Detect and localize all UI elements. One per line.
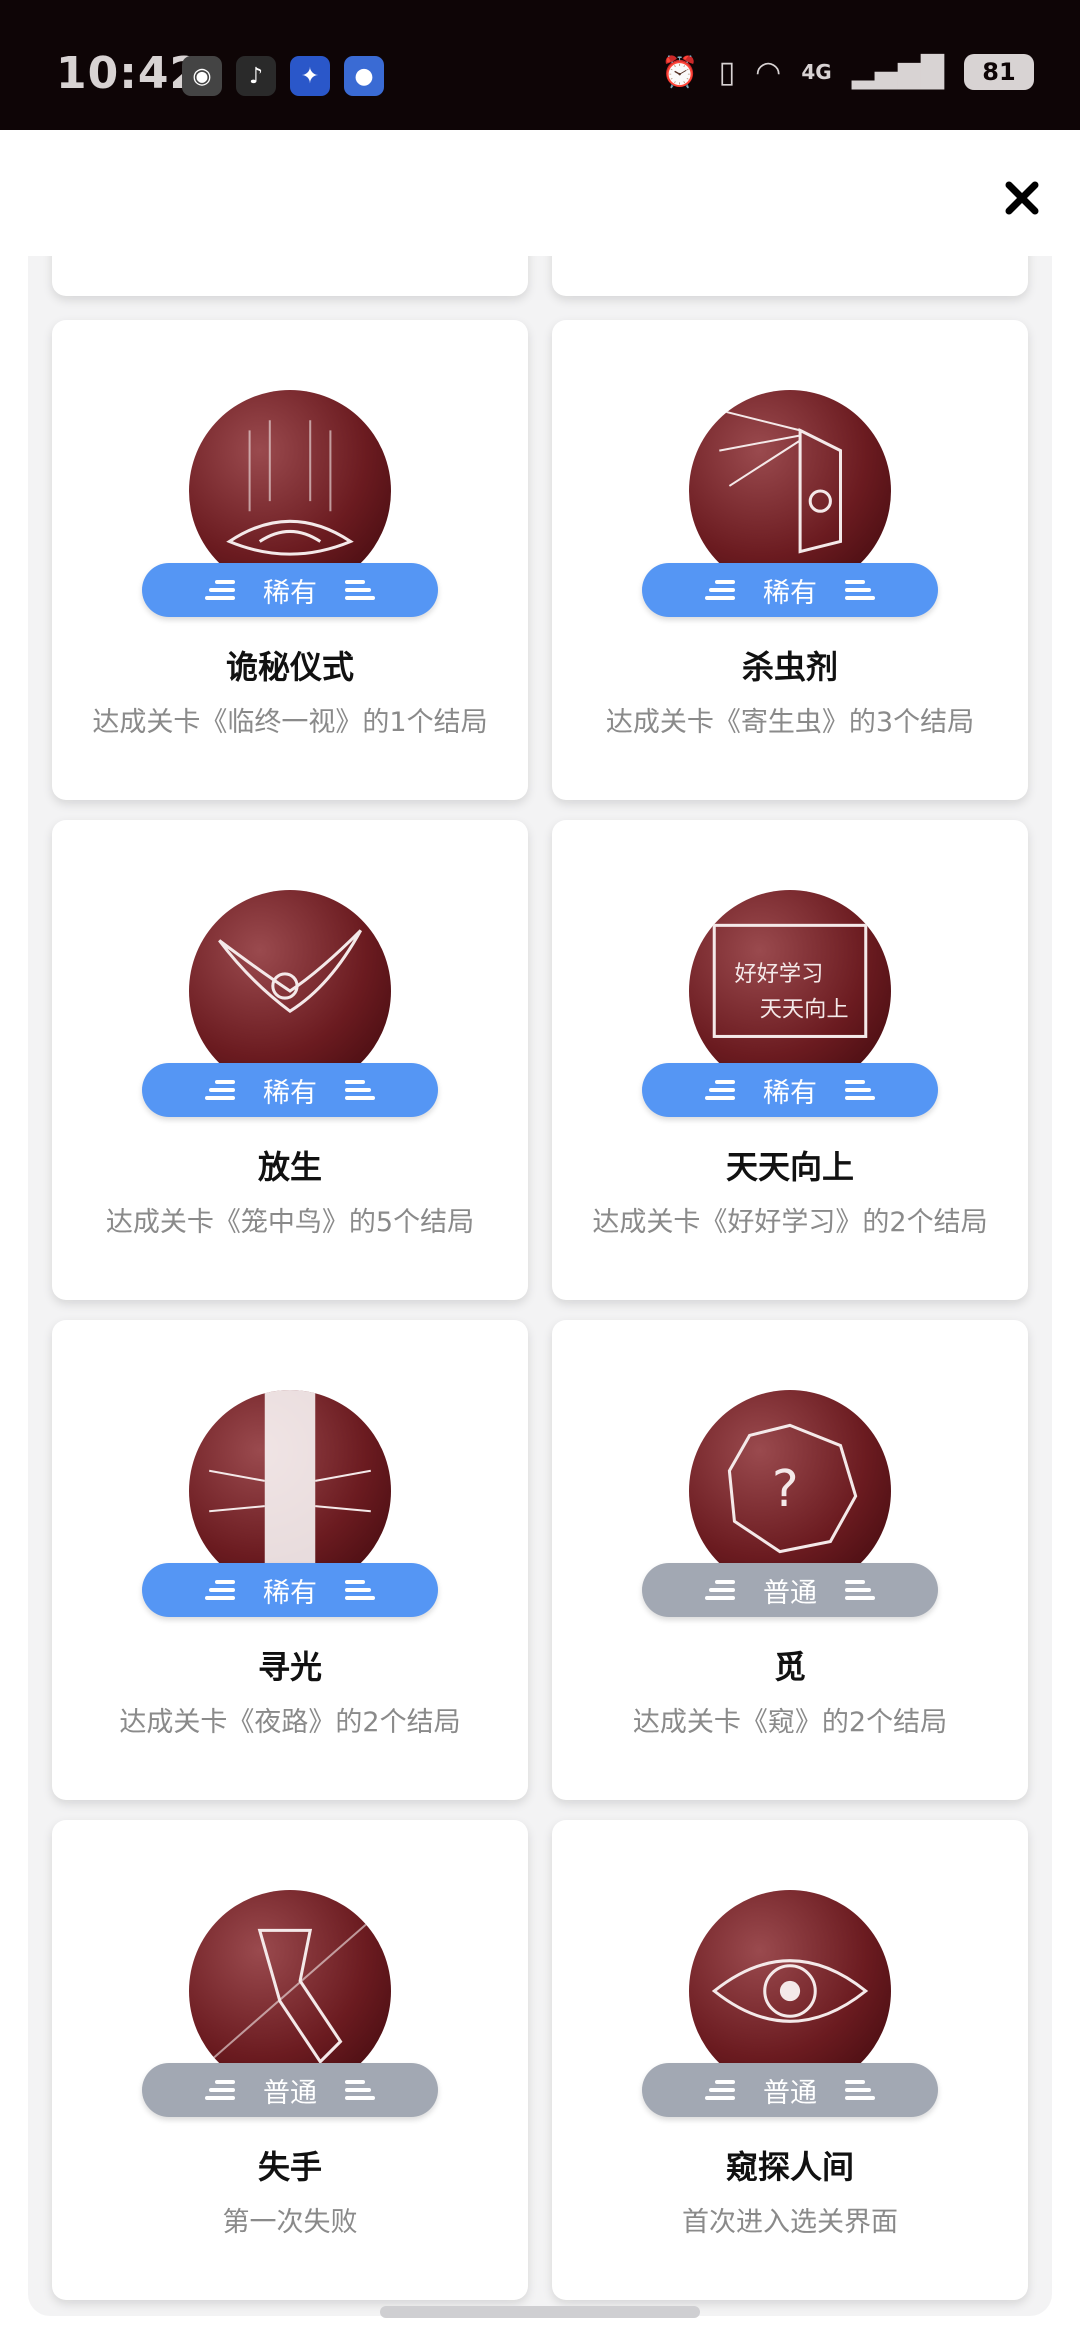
status-bar: 10:42 ◉ ♪ ✦ ● ⏰ ▯ ◠ 4G ▂▄▆█ 81 [0, 0, 1080, 130]
bulb-app-icon: ✦ [290, 56, 330, 96]
rarity-label: 稀有 [263, 1077, 317, 1109]
achievement-medal-image [189, 1890, 391, 2092]
rarity-label: 普通 [263, 2077, 317, 2109]
rarity-bars-right-icon [845, 2080, 875, 2100]
battery-level: 81 [982, 58, 1016, 86]
rarity-bars-left-icon [205, 2080, 235, 2100]
achievement-card[interactable]: 普通窥探人间首次进入选关界面 [552, 1820, 1028, 2300]
rarity-badge: 稀有 [642, 563, 938, 617]
achievement-description: 首次进入选关界面 [682, 2207, 898, 2238]
achievement-card[interactable]: 好好学习 天天向上 稀有 天天向上 达成关卡《好好学习》的2个结局 [552, 820, 1028, 1300]
qq-icon: ◉ [182, 56, 222, 96]
rarity-bars-right-icon [845, 580, 875, 600]
achievement-medal-image [689, 390, 891, 592]
rarity-label: 稀有 [763, 577, 817, 609]
achievement-title: 觅 [773, 1648, 806, 1686]
rarity-bars-left-icon [705, 1580, 735, 1600]
achievement-title: 诡秘仪式 [225, 648, 354, 686]
achievement-medal-image [689, 1890, 891, 2092]
rarity-bars-right-icon [345, 1580, 375, 1600]
achievement-title: 窥探人间 [725, 2148, 854, 2186]
achievement-grid[interactable]: 稀有 诡秘仪式 达成关卡《临终一视》的1个结局 稀有 杀虫剂 达成关卡《寄生虫》的3个结局… [28, 256, 1052, 2316]
achievement-card[interactable]: 稀有放生达成关卡《笼中鸟》的5个结局 [52, 820, 528, 1300]
achievement-medal-image: ? [689, 1390, 891, 1592]
rarity-badge: 稀有 [142, 1563, 438, 1617]
rarity-bars-left-icon [205, 1080, 235, 1100]
achievement-description: 达成关卡《笼中鸟》的5个结局 [105, 1207, 475, 1238]
achievement-card[interactable]: 稀有寻光达成关卡《夜路》的2个结局 [52, 1320, 528, 1800]
svg-text:?: ? [772, 1459, 799, 1518]
svg-text:天天向上: 天天向上 [760, 996, 849, 1022]
rarity-label: 稀有 [263, 1577, 317, 1609]
achievement-description: 第一次失败 [222, 2207, 358, 2238]
rarity-bars-left-icon [205, 1580, 235, 1600]
rarity-bars-left-icon [705, 2080, 735, 2100]
system-icons: ⏰ ▯ ◠ 4G ▂▄▆█ 81 [661, 54, 1034, 90]
achievement-title: 天天向上 [725, 1148, 854, 1186]
achievement-card[interactable]: 普通 失手 第一次失败 [52, 1820, 528, 2300]
alarm-icon: ⏰ [661, 54, 699, 90]
status-time: 10:42 [56, 48, 202, 99]
signal-icon: ▂▄▆█ [851, 54, 944, 90]
close-icon [1005, 181, 1039, 215]
rarity-badge: 普通 [142, 2063, 438, 2117]
achievement-description: 达成关卡《好好学习》的2个结局 [592, 1207, 988, 1238]
wifi-icon: ◠ [755, 54, 782, 90]
rarity-badge: 稀有 [142, 563, 438, 617]
achievement-title: 放生 [257, 1148, 322, 1186]
achievement-card[interactable]: 稀有诡秘仪式达成关卡《临终一视》的1个结局 [52, 320, 528, 800]
rarity-badge: 普通 [642, 2063, 938, 2117]
rarity-badge: 普通 [642, 1563, 938, 1617]
rarity-bars-right-icon [845, 1080, 875, 1100]
rarity-label: 稀有 [263, 577, 317, 609]
achievement-description: 达成关卡《窥》的2个结局 [632, 1707, 948, 1738]
message-app-icon: ● [344, 56, 384, 96]
rarity-bars-left-icon [205, 580, 235, 600]
rarity-bars-left-icon [705, 580, 735, 600]
achievement-title: 失手 [257, 2148, 322, 2186]
rarity-label: 普通 [763, 1577, 817, 1609]
achievement-card[interactable]: ? 普通觅达成关卡《窥》的2个结局 [552, 1320, 1028, 1800]
home-indicator[interactable] [380, 2306, 700, 2318]
svg-text:好好学习: 好好学习 [734, 961, 823, 987]
close-button[interactable] [994, 170, 1050, 226]
tiktok-icon: ♪ [236, 56, 276, 96]
rarity-label: 普通 [763, 2077, 817, 2109]
achievement-description: 达成关卡《夜路》的2个结局 [119, 1707, 461, 1738]
achievement-title: 杀虫剂 [741, 648, 838, 686]
vibrate-icon: ▯ [718, 54, 736, 90]
achievement-card[interactable]: 稀有杀虫剂达成关卡《寄生虫》的3个结局 [552, 320, 1028, 800]
achievement-card-partial[interactable] [52, 256, 528, 296]
achievement-medal-image [189, 390, 391, 592]
rarity-label: 稀有 [763, 1077, 817, 1109]
achievement-medal-image [189, 890, 391, 1092]
rarity-badge: 稀有 [142, 1063, 438, 1117]
achievements-sheet: 稀有 诡秘仪式 达成关卡《临终一视》的1个结局 稀有 杀虫剂 达成关卡《寄生虫》的3个结局… [0, 130, 1080, 2337]
achievement-title: 寻光 [257, 1648, 322, 1686]
rarity-bars-right-icon [345, 2080, 375, 2100]
rarity-badge: 稀有 [642, 1063, 938, 1117]
network-label: 4G [801, 60, 832, 84]
achievement-card-partial[interactable] [552, 256, 1028, 296]
rarity-bars-left-icon [705, 1080, 735, 1100]
achievement-medal-image [189, 1390, 391, 1592]
achievement-description: 达成关卡《临终一视》的1个结局 [92, 707, 488, 738]
rarity-bars-right-icon [345, 580, 375, 600]
rarity-bars-right-icon [845, 1580, 875, 1600]
achievement-description: 达成关卡《寄生虫》的3个结局 [605, 707, 975, 738]
rarity-bars-right-icon [345, 1080, 375, 1100]
battery-icon: 81 [964, 54, 1034, 90]
notification-icons: ◉ ♪ ✦ ● [182, 56, 384, 96]
achievement-medal-image: 好好学习天天向上 [689, 890, 891, 1092]
